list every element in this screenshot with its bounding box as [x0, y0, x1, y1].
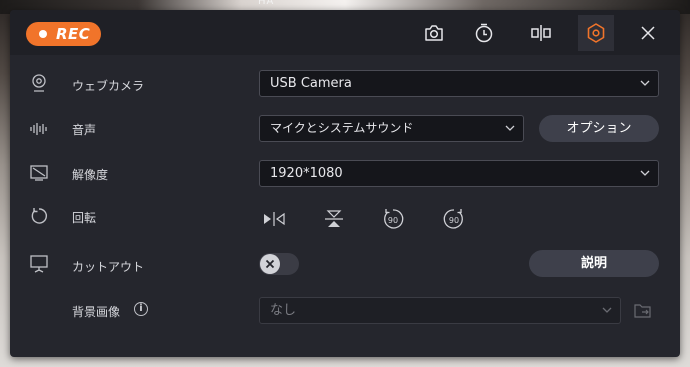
folder-open-icon	[634, 304, 651, 318]
record-dot-icon	[39, 30, 47, 38]
resolution-label: 解像度	[72, 168, 109, 182]
rotate-left-button[interactable]: 90	[381, 208, 405, 230]
settings-hexagon-icon	[587, 23, 605, 43]
screenshot-button[interactable]	[416, 15, 452, 51]
rotate-icon	[30, 207, 48, 225]
flip-horizontal-icon	[264, 212, 285, 226]
chevron-down-icon	[640, 80, 650, 86]
flip-vertical-button[interactable]	[322, 208, 346, 230]
webcam-select-value: USB Camera	[270, 76, 352, 91]
chevron-down-icon	[602, 307, 612, 313]
rotate-left-label: 90	[388, 216, 398, 225]
background-image-select-value: なし	[270, 303, 297, 318]
webcam-icon	[30, 74, 48, 92]
audio-wave-icon	[30, 120, 48, 138]
split-screen-button[interactable]	[523, 15, 559, 51]
flip-horizontal-button[interactable]	[262, 208, 286, 230]
rotation-label: 回転	[72, 211, 97, 225]
toggle-knob	[260, 254, 280, 274]
webcam-select[interactable]: USB Camera	[259, 70, 659, 97]
background-image-label: 背景画像	[72, 305, 121, 319]
camera-icon	[425, 25, 443, 41]
audio-select[interactable]: マイクとシステムサウンド	[259, 115, 524, 142]
rec-label: REC	[56, 25, 91, 43]
resolution-select[interactable]: 1920*1080	[259, 160, 659, 187]
rec-button[interactable]: REC	[26, 22, 101, 46]
resolution-select-value: 1920*1080	[270, 166, 343, 181]
timer-icon	[475, 23, 493, 43]
audio-label: 音声	[72, 123, 97, 137]
settings-button[interactable]	[578, 15, 614, 51]
resolution-icon	[30, 164, 48, 182]
toggle-off-icon	[265, 259, 275, 269]
schedule-button[interactable]	[466, 15, 502, 51]
close-button[interactable]	[630, 15, 666, 51]
cutout-toggle[interactable]	[259, 253, 299, 275]
cutout-label: カットアウト	[72, 260, 145, 274]
info-icon[interactable]: i	[134, 302, 148, 316]
browse-folder-button[interactable]	[631, 299, 655, 323]
rotate-right-label: 90	[449, 216, 459, 225]
title-bar: REC	[10, 10, 680, 55]
options-button[interactable]: オプション	[539, 115, 659, 142]
audio-select-value: マイクとシステムサウンド	[270, 121, 414, 135]
webcam-label: ウェブカメラ	[72, 79, 145, 93]
explain-button[interactable]: 説明	[529, 250, 659, 277]
split-icon	[531, 25, 551, 41]
background-image-select[interactable]: なし	[259, 297, 621, 324]
close-icon	[641, 26, 655, 40]
cutout-icon	[30, 255, 48, 273]
chevron-down-icon	[640, 170, 650, 176]
recorder-window: REC ウェブカメラ USB Camera 音声 マイクとシステムサウンド オプ…	[10, 10, 680, 357]
flip-vertical-icon	[325, 210, 343, 227]
chevron-down-icon	[505, 125, 515, 131]
rotate-right-button[interactable]: 90	[442, 208, 466, 230]
background-text: HA	[258, 0, 275, 7]
